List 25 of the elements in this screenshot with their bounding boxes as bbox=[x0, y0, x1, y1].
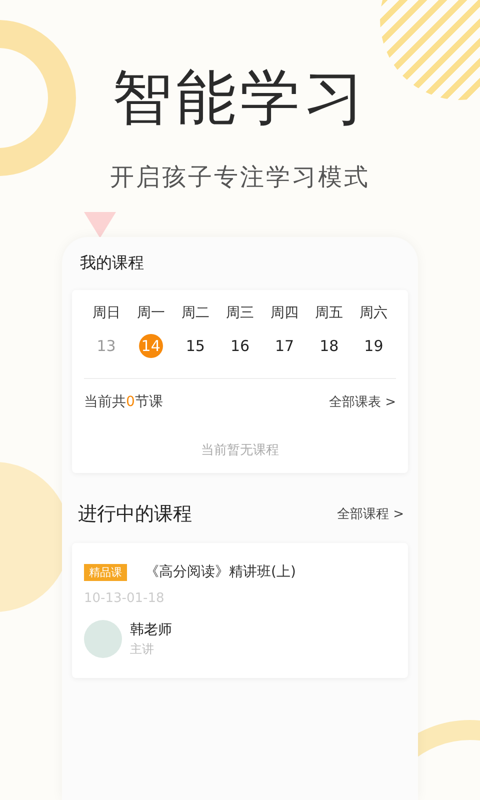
teacher-name: 韩老师 bbox=[130, 620, 172, 638]
weekday-label: 周五 bbox=[315, 304, 344, 322]
subtitle: 开启孩子专注学习模式 bbox=[110, 162, 370, 193]
weekday-label: 周二 bbox=[181, 304, 210, 322]
weekday-label: 周六 bbox=[360, 304, 388, 322]
course-name: 《高分阅读》精讲班(上) bbox=[145, 564, 296, 580]
weekday-label: 周日 bbox=[92, 304, 120, 322]
all-schedule-link[interactable]: 全部课表 > bbox=[328, 393, 396, 411]
date-item[interactable]: 18 bbox=[317, 334, 342, 358]
headline: 智能学习 bbox=[112, 62, 368, 135]
date-item[interactable]: 16 bbox=[228, 334, 252, 358]
avatar-placeholder bbox=[84, 620, 122, 658]
section-title: 我的课程 bbox=[79, 253, 145, 274]
lesson-count: 当前共0节课 bbox=[84, 393, 163, 411]
weekday-label: 周四 bbox=[270, 304, 299, 322]
all-courses-link[interactable]: 全部课程 > bbox=[336, 505, 404, 523]
section-title: 进行中的课程 bbox=[78, 502, 192, 527]
date-item[interactable]: 17 bbox=[272, 334, 297, 358]
weekday-label: 周一 bbox=[136, 304, 165, 322]
course-tag: 精品课 bbox=[84, 564, 127, 581]
date-item[interactable]: 15 bbox=[183, 334, 208, 358]
weekday-label: 周三 bbox=[226, 304, 254, 322]
date-item[interactable]: 19 bbox=[362, 334, 386, 358]
empty-message: 当前暂无课程 bbox=[200, 442, 280, 459]
teacher-role: 主讲 bbox=[130, 640, 155, 658]
